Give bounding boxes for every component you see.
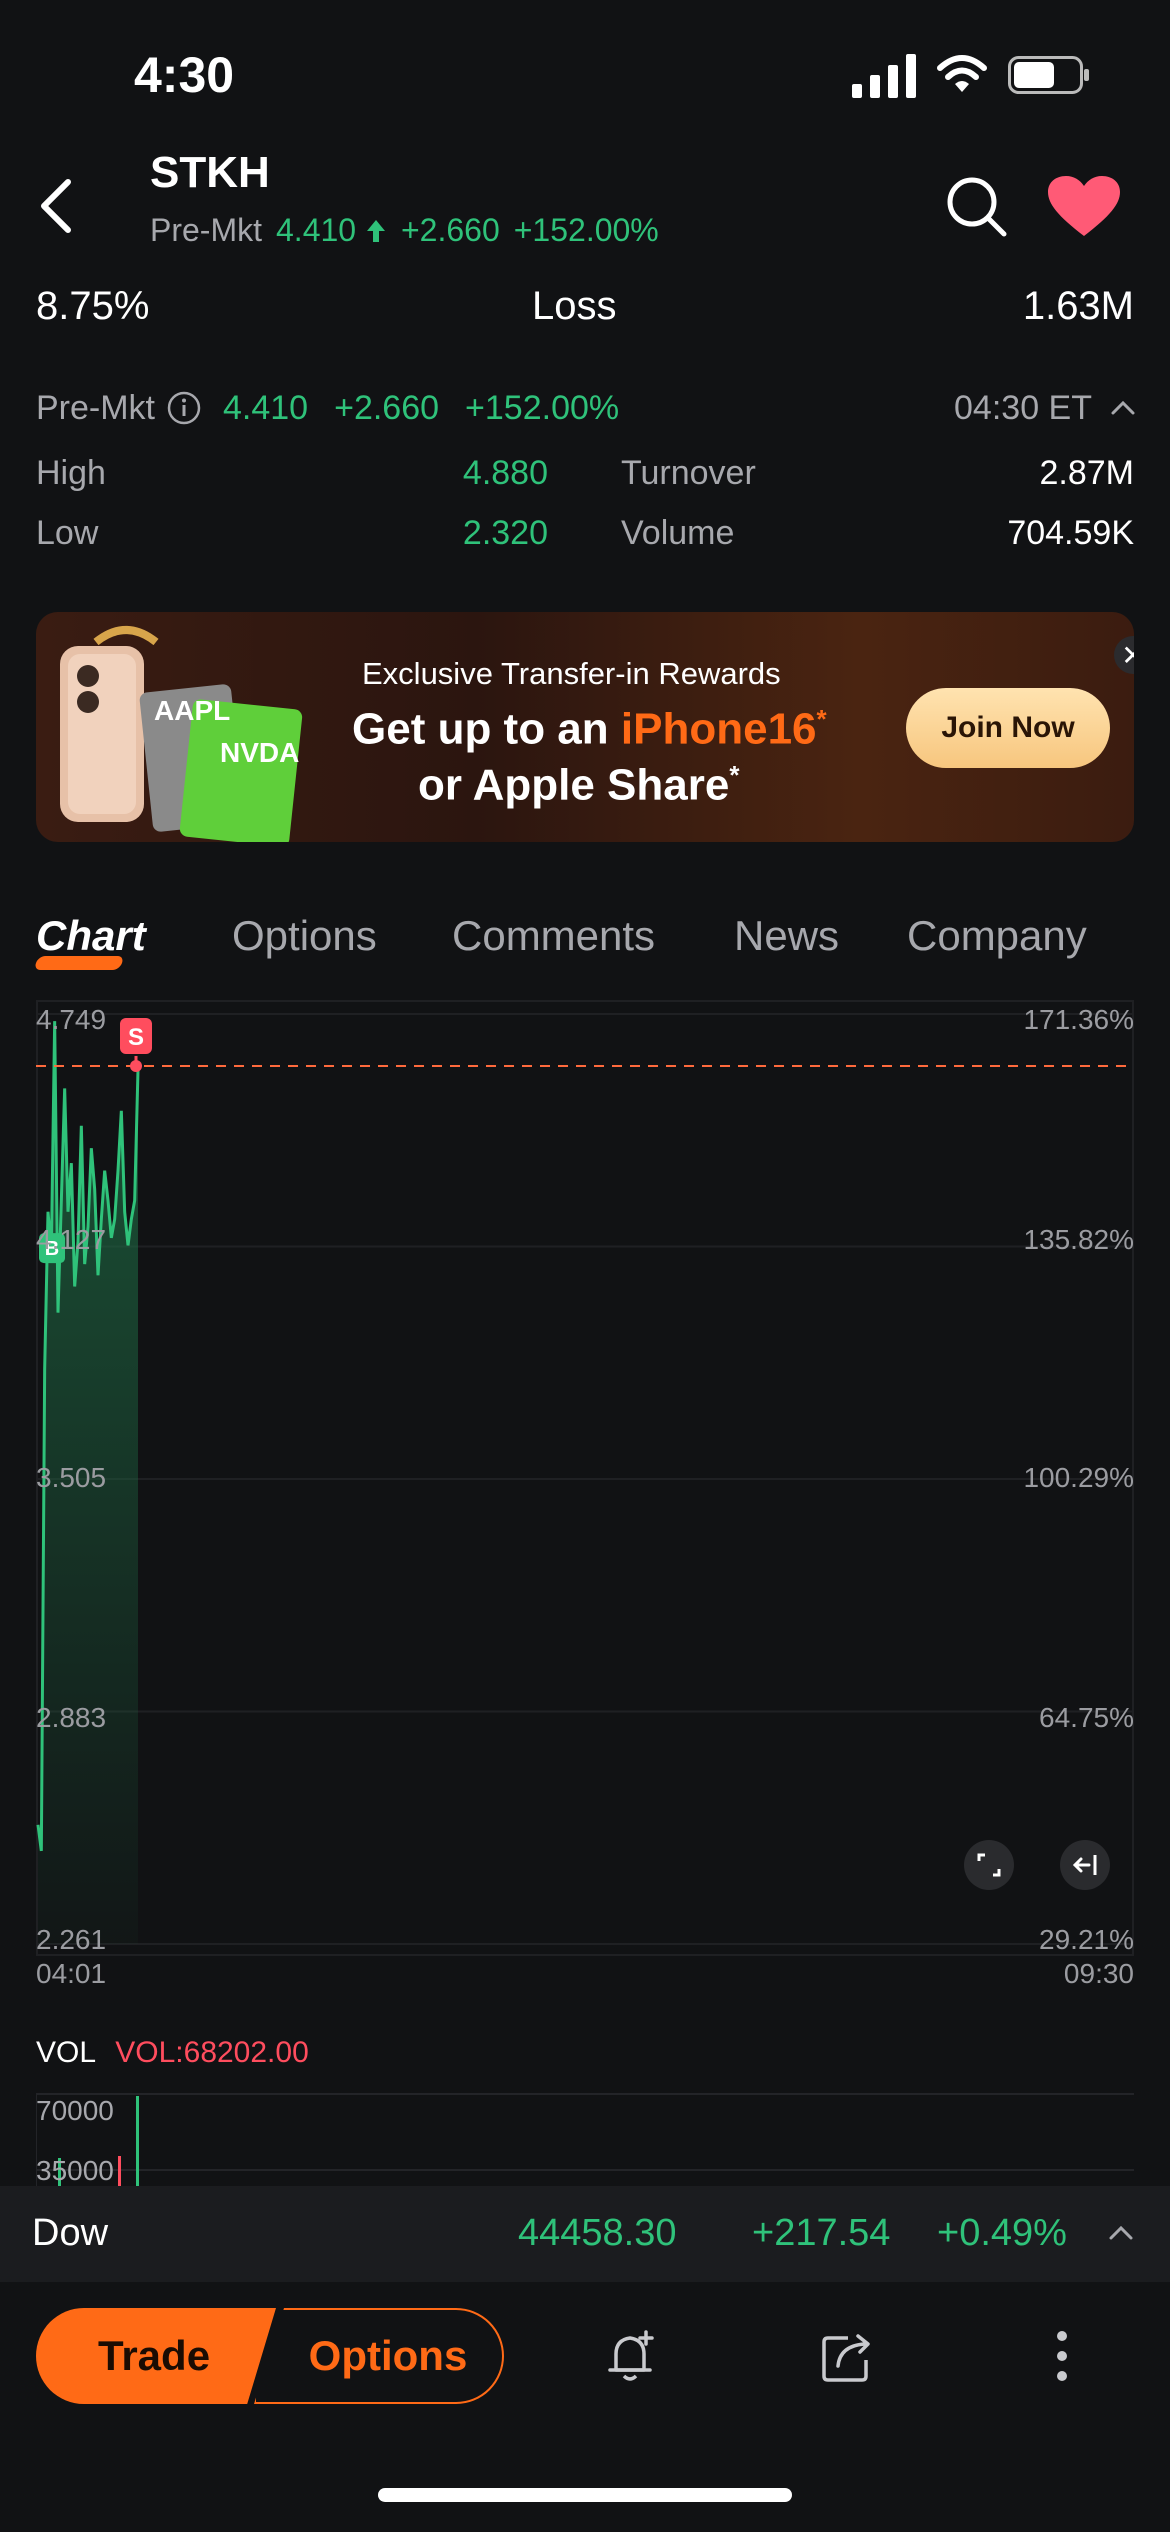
volume-value: 704.59K — [1007, 514, 1134, 552]
y-right-tick: 135.82% — [1023, 1224, 1134, 1255]
premarket-label: Pre-Mkt — [36, 388, 155, 427]
volume-value-label: VOL:68202.00 — [115, 2036, 309, 2069]
arrow-left-bar-icon — [1072, 1855, 1097, 1875]
svg-text:S: S — [128, 1024, 144, 1051]
premarket-price: 4.410 — [223, 388, 309, 427]
index-name: Dow — [32, 2212, 109, 2254]
summary-center: Loss — [532, 284, 617, 328]
low-value: 2.320 — [462, 514, 548, 552]
back-icon[interactable] — [32, 176, 82, 236]
jump-to-latest-button[interactable] — [1060, 1840, 1110, 1890]
chevron-up-icon[interactable] — [1106, 2218, 1136, 2248]
status-time: 4:30 — [134, 47, 235, 103]
price-chart[interactable]: SB 4.749 4.127 3.505 2.883 2.261 171.36%… — [36, 1000, 1134, 1989]
index-value: 44458.30 — [518, 2212, 677, 2254]
banner-offer-line: Get up to an iPhone16* — [352, 704, 827, 754]
volume-header: VOL VOL:68202.00 — [36, 2036, 309, 2070]
promo-image: AAPL NVDA — [60, 626, 303, 842]
premarket-pct: +152.00% — [465, 388, 620, 427]
header-change: +2.660 — [400, 212, 500, 248]
header-premarket-label: Pre-Mkt — [150, 212, 262, 248]
header-price: 4.410 — [276, 212, 387, 249]
up-arrow-icon — [366, 220, 385, 242]
options-button[interactable]: Options — [254, 2308, 504, 2404]
premarket-row[interactable]: Pre-Mkt 4.410 +2.660 +152.00% 04:30 ET — [36, 386, 1136, 430]
volume-tick: 35000 — [36, 2155, 114, 2186]
x-end-label: 09:30 — [1063, 1958, 1134, 1989]
y-left-tick: 2.261 — [36, 1924, 107, 1955]
search-icon[interactable] — [944, 174, 1008, 238]
turnover-label: Turnover — [621, 454, 756, 492]
x-start-label: 04:01 — [36, 1958, 107, 1989]
status-bar: 4:30 — [0, 0, 1170, 140]
share-icon[interactable] — [818, 2326, 878, 2386]
chevron-up-icon[interactable] — [1110, 398, 1136, 418]
banner-offer-line-2: or Apple Share* — [418, 760, 740, 810]
volume-label: Volume — [621, 514, 735, 552]
high-label: High — [36, 454, 106, 492]
index-pct: +0.49% — [937, 2212, 1067, 2254]
tab-chart[interactable]: Chart — [36, 912, 146, 960]
tab-comments[interactable]: Comments — [452, 912, 655, 960]
close-icon[interactable]: ✕ — [1114, 636, 1134, 674]
premarket-time: 04:30 ET — [954, 388, 1092, 427]
info-icon[interactable] — [167, 391, 201, 425]
signal-icon — [852, 54, 916, 98]
wifi-icon — [937, 55, 987, 92]
volume-title: VOL — [36, 2036, 95, 2069]
y-right-tick: 171.36% — [1023, 1004, 1134, 1035]
banner-headline: Exclusive Transfer-in Rewards — [362, 656, 781, 691]
fullscreen-button[interactable] — [964, 1840, 1014, 1890]
join-now-button[interactable]: Join Now — [906, 688, 1110, 768]
volume-chart[interactable]: 70000 35000 — [36, 2086, 1134, 2186]
heart-icon[interactable] — [1048, 176, 1120, 238]
promo-banner[interactable]: AAPL NVDA Exclusive Transfer-in Rewards … — [36, 612, 1134, 842]
header-pct: +152.00% — [513, 212, 659, 248]
tab-active-indicator — [33, 956, 125, 970]
sell-marker[interactable]: S — [120, 1017, 152, 1072]
ticker-symbol: STKH — [150, 148, 270, 197]
y-left-tick: 2.883 — [36, 1702, 107, 1733]
svg-text:NVDA: NVDA — [220, 737, 299, 768]
tab-news[interactable]: News — [734, 912, 839, 960]
add-alert-icon[interactable] — [602, 2326, 662, 2386]
summary-right: 1.63M — [1022, 284, 1134, 328]
turnover-value: 2.87M — [1039, 454, 1135, 492]
home-indicator — [378, 2488, 792, 2502]
high-value: 4.880 — [462, 454, 548, 492]
tab-company[interactable]: Company — [907, 912, 1087, 960]
volume-tick: 70000 — [36, 2095, 114, 2126]
y-right-tick: 100.29% — [1023, 1462, 1134, 1493]
y-right-tick: 29.21% — [1039, 1924, 1134, 1955]
low-label: Low — [36, 514, 99, 552]
tab-options[interactable]: Options — [232, 912, 377, 960]
trade-button[interactable]: Trade — [36, 2308, 276, 2404]
y-left-tick: 4.127 — [36, 1224, 107, 1255]
chart-canvas[interactable]: SB — [36, 1000, 1134, 1956]
summary-left: 8.75% — [36, 284, 150, 328]
y-left-tick: 4.749 — [36, 1004, 107, 1035]
y-left-tick: 3.505 — [36, 1462, 107, 1493]
svg-text:AAPL: AAPL — [154, 695, 230, 726]
battery-icon — [1008, 56, 1089, 94]
y-right-tick: 64.75% — [1039, 1702, 1134, 1733]
index-change: +217.54 — [752, 2212, 891, 2254]
premarket-change: +2.660 — [334, 388, 440, 427]
header-premarket-line: Pre-Mkt 4.410 +2.660 +152.00% — [150, 212, 659, 249]
index-ticker-bar[interactable]: Dow 44458.30 +217.54 +0.49% — [0, 2186, 1170, 2282]
expand-icon — [977, 1853, 1001, 1877]
more-icon[interactable] — [1032, 2326, 1092, 2386]
